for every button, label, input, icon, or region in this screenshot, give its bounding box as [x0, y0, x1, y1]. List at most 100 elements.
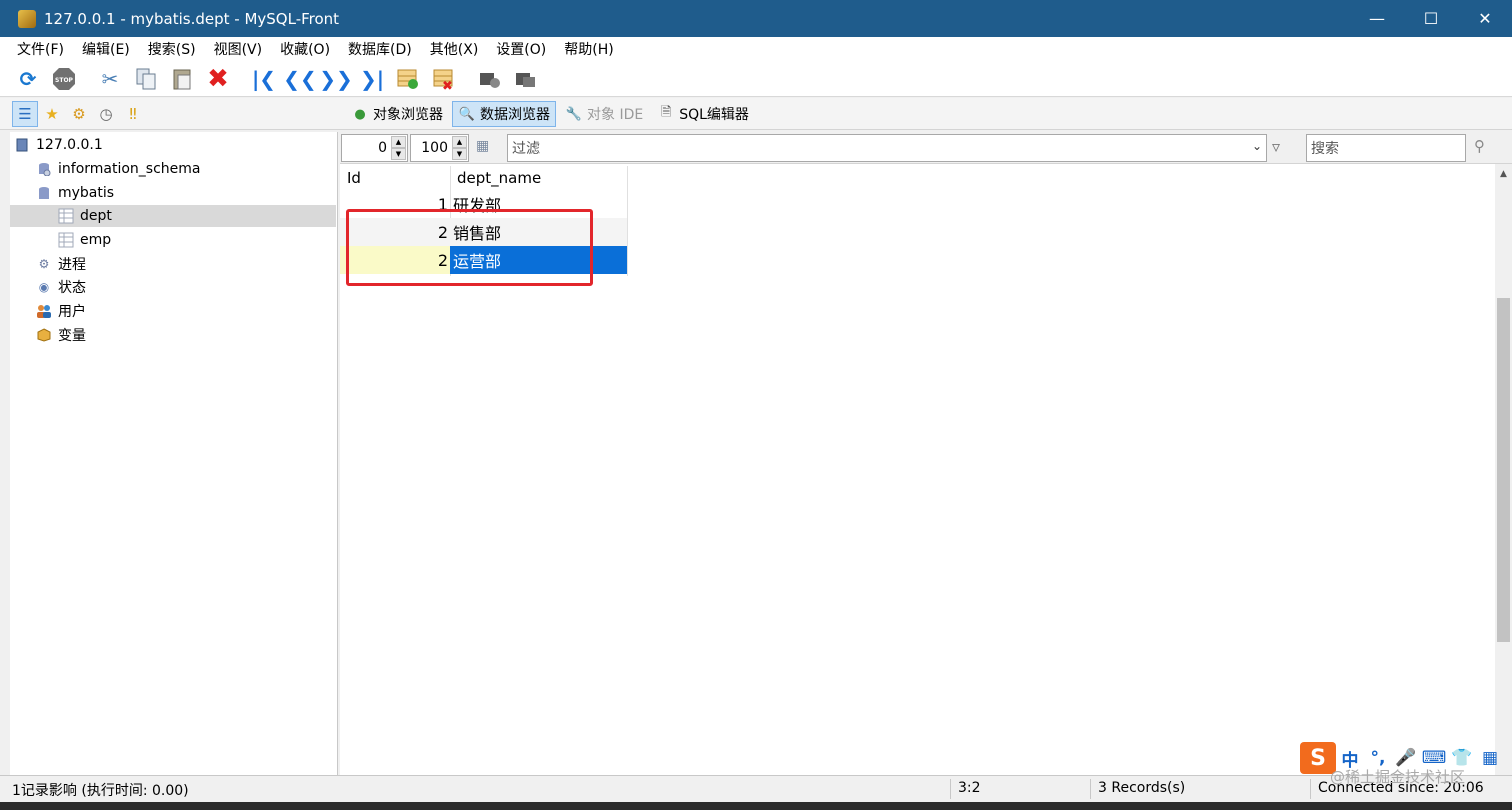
tab-object-browser-label: 对象浏览器: [373, 107, 443, 123]
tree-label-information-schema: information_schema: [58, 161, 201, 177]
delete-record-icon[interactable]: ✖: [430, 65, 458, 93]
menu-file[interactable]: 文件(F): [8, 39, 73, 59]
tree-item-emp[interactable]: emp: [58, 229, 111, 251]
table-icon: [58, 208, 74, 224]
chevron-up-icon[interactable]: ▲: [452, 136, 467, 148]
menu-edit[interactable]: 编辑(E): [73, 39, 139, 59]
tree-item-mybatis[interactable]: mybatis: [36, 182, 114, 204]
next-record-icon[interactable]: ❯❯: [319, 65, 353, 93]
limit-stepper-arrows[interactable]: ▲ ▼: [452, 136, 467, 160]
status-message: 1记录影响 (执行时间: 0.00): [12, 783, 189, 799]
globe-icon: ◉: [38, 280, 50, 294]
navigator-tabs: ☰ ★ ⚙ ◷ ‼: [12, 101, 147, 127]
cancel-icon[interactable]: [512, 65, 540, 93]
offset-value: 0: [378, 140, 387, 156]
menu-favorites[interactable]: 收藏(O): [271, 39, 339, 59]
menu-database[interactable]: 数据库(D): [339, 39, 421, 59]
users-icon: [36, 303, 52, 319]
taskbar-edge: [0, 802, 1512, 810]
secondary-bar: ☰ ★ ⚙ ◷ ‼ ● 对象浏览器 🔍 数据浏览器 🔧 对象 IDE 🗎 SQL…: [0, 98, 1512, 130]
insert-record-icon[interactable]: [394, 65, 422, 93]
tree-label-processes: 进程: [58, 257, 86, 273]
maximize-button[interactable]: ☐: [1404, 0, 1458, 37]
status-divider: [1090, 779, 1091, 799]
gears-icon: ⚙: [38, 257, 50, 271]
first-record-icon[interactable]: |❮: [250, 65, 278, 93]
tree-item-variables[interactable]: 变量: [36, 324, 86, 346]
menu-search[interactable]: 搜索(S): [139, 39, 205, 59]
grid-menu-icon[interactable]: ▦: [1476, 744, 1504, 772]
history-icon[interactable]: ◷: [93, 101, 119, 127]
view-tabs: ● 对象浏览器 🔍 数据浏览器 🔧 对象 IDE 🗎 SQL编辑器: [346, 101, 758, 127]
wrench-icon: 🔧: [565, 106, 583, 122]
post-icon[interactable]: [476, 65, 504, 93]
tree-label-emp: emp: [80, 232, 112, 248]
minimize-button[interactable]: —: [1350, 0, 1404, 37]
tree-item-information-schema[interactable]: information_schema: [36, 158, 201, 180]
status-divider: [950, 779, 951, 799]
main-toolbar: ⟳ STOP ✂ ✖ |❮ ❮❮ ❯❯ ❯| ✖: [0, 61, 1512, 97]
delete-icon[interactable]: ✖: [204, 64, 232, 94]
filter-placeholder: 过滤: [512, 141, 540, 157]
chevron-up-icon[interactable]: ▲: [1495, 166, 1512, 182]
svg-text:STOP: STOP: [55, 77, 74, 84]
copy-icon[interactable]: [132, 65, 160, 93]
search-input[interactable]: 搜索: [1306, 134, 1466, 162]
last-record-icon[interactable]: ❯|: [358, 65, 386, 93]
tab-object-browser[interactable]: ● 对象浏览器: [346, 101, 448, 127]
tab-sql-editor[interactable]: 🗎 SQL编辑器: [652, 101, 754, 127]
sql-history-icon[interactable]: ‼: [120, 101, 146, 127]
search-go-icon[interactable]: ⚲: [1474, 137, 1492, 159]
prev-record-icon[interactable]: ❮❮: [283, 65, 317, 93]
window-title: 127.0.0.1 - mybatis.dept - MySQL-Front: [44, 9, 340, 28]
menu-settings[interactable]: 设置(O): [487, 39, 555, 59]
chevron-down-icon[interactable]: ▼: [452, 148, 467, 160]
tree-label-mybatis: mybatis: [58, 185, 115, 201]
table-icon: [58, 232, 74, 248]
explorer-icon[interactable]: ⚙: [66, 101, 92, 127]
column-header-id[interactable]: Id: [347, 166, 361, 190]
close-button[interactable]: ✕: [1458, 0, 1512, 37]
filter-input[interactable]: 过滤 ⌄: [507, 134, 1267, 162]
column-header-dept-name[interactable]: dept_name: [457, 166, 541, 190]
offset-stepper[interactable]: 0 ▲ ▼: [341, 134, 408, 162]
tab-object-ide[interactable]: 🔧 对象 IDE: [560, 101, 648, 127]
stop-icon[interactable]: STOP: [50, 65, 78, 93]
chevron-down-icon[interactable]: ⌄: [1252, 139, 1262, 153]
filter-bar: 0 ▲ ▼ 100 ▲ ▼ ▦ 过滤 ⌄ ▿ 搜索 ⚲: [340, 132, 1512, 164]
sql-editor-icon: 🗎: [660, 105, 672, 120]
menu-bar: 文件(F) 编辑(E) 搜索(S) 视图(V) 收藏(O) 数据库(D) 其他(…: [0, 37, 1512, 61]
chevron-up-icon[interactable]: ▲: [391, 136, 406, 148]
tree-item-users[interactable]: 用户: [36, 300, 86, 322]
refresh-icon[interactable]: ⟳: [14, 65, 42, 93]
status-position: 3:2: [958, 780, 981, 796]
menu-extras[interactable]: 其他(X): [421, 39, 488, 59]
svg-text:✖: ✖: [442, 79, 453, 91]
chevron-down-icon[interactable]: ▼: [391, 148, 406, 160]
favorites-icon[interactable]: ★: [39, 101, 65, 127]
app-icon: [18, 9, 36, 28]
search-placeholder: 搜索: [1311, 141, 1339, 157]
limit-stepper[interactable]: 100 ▲ ▼: [410, 134, 469, 162]
navigator-tree: 127.0.0.1 information_schema mybatis dep…: [10, 132, 338, 775]
tree-view-icon[interactable]: ☰: [12, 101, 38, 127]
paste-icon[interactable]: [168, 65, 196, 93]
vertical-scrollbar[interactable]: ▲: [1495, 164, 1512, 775]
data-browser-icon: 🔍: [458, 106, 476, 122]
tab-sql-editor-label: SQL编辑器: [679, 107, 749, 123]
tree-item-status[interactable]: ◉ 状态: [36, 276, 86, 298]
offset-stepper-arrows[interactable]: ▲ ▼: [391, 136, 406, 160]
tab-data-browser[interactable]: 🔍 数据浏览器: [452, 101, 556, 127]
watermark: @稀土掘金技术社区: [1330, 768, 1466, 786]
tree-item-processes[interactable]: ⚙ 进程: [36, 253, 86, 275]
tree-item-server[interactable]: 127.0.0.1: [14, 134, 103, 156]
filter-funnel-icon[interactable]: ▿: [1272, 137, 1294, 159]
object-browser-icon: ●: [354, 106, 366, 122]
scrollbar-thumb[interactable]: [1497, 298, 1510, 642]
menu-help[interactable]: 帮助(H): [555, 39, 622, 59]
menu-view[interactable]: 视图(V): [205, 39, 272, 59]
tree-item-dept[interactable]: dept: [10, 205, 336, 227]
title-bar: 127.0.0.1 - mybatis.dept - MySQL-Front —…: [0, 0, 1512, 37]
cut-icon[interactable]: ✂: [96, 65, 124, 93]
limit-apply-icon[interactable]: ▦: [476, 138, 494, 156]
